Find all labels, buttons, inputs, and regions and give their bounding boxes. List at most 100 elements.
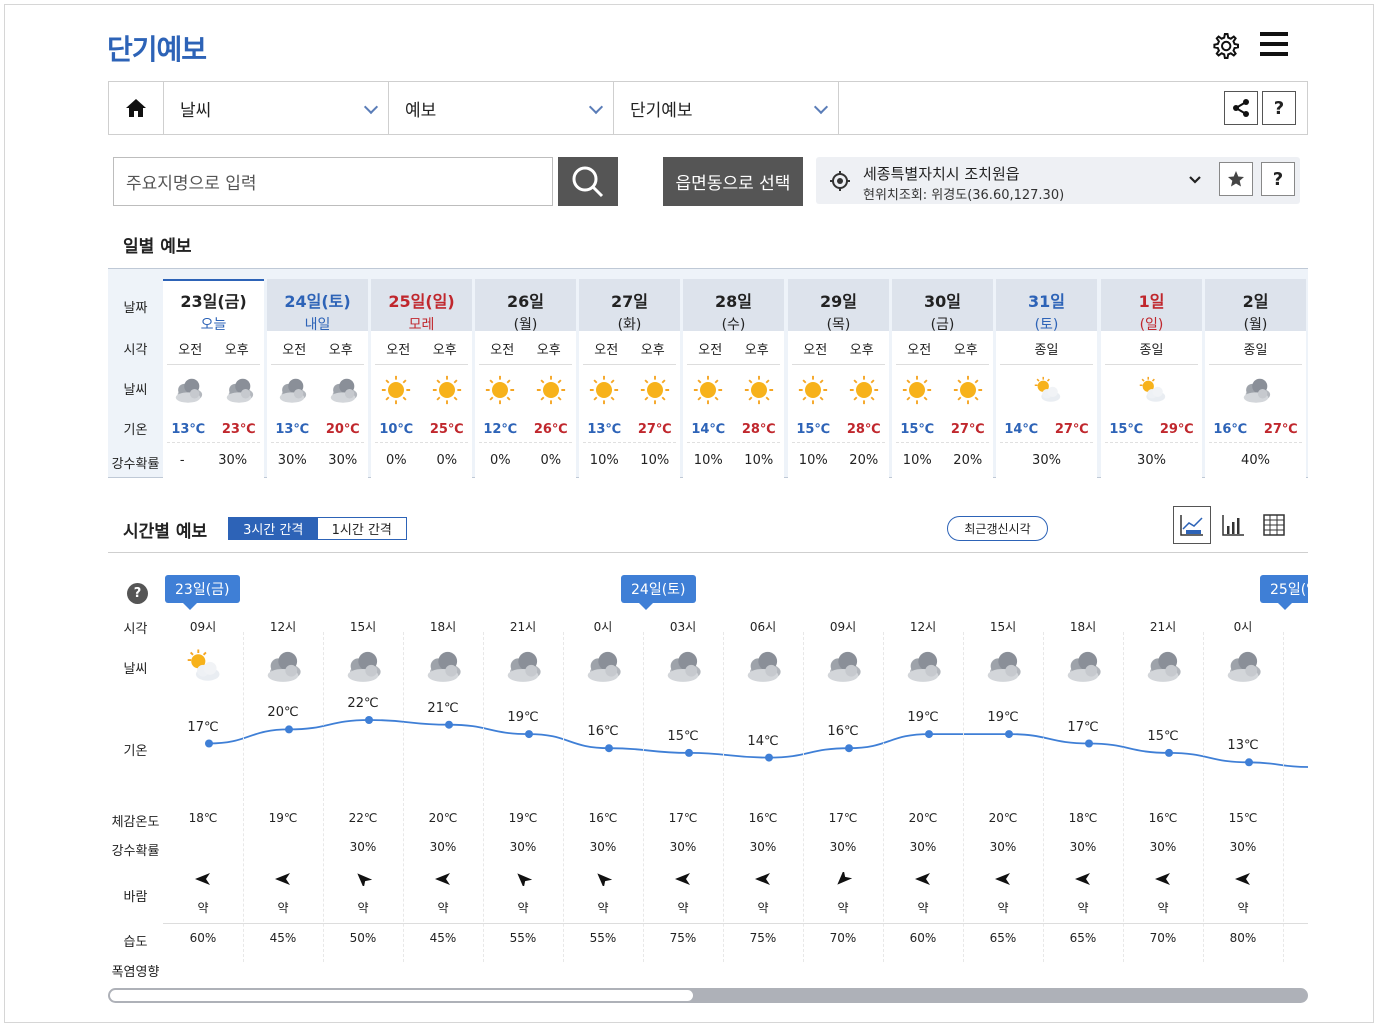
hourly-column: 0시 16℃ 16℃ 30% 약 55% — [563, 570, 643, 980]
day-sub-label: (목) — [826, 317, 851, 333]
current-location-icon[interactable] — [829, 170, 851, 192]
day-sub-label: (일) — [1139, 317, 1164, 333]
feels-like-temperature: 18℃ — [188, 811, 218, 825]
gear-icon[interactable] — [1209, 30, 1241, 62]
day-sub-label: 오늘 — [200, 317, 227, 333]
hourly-column: 06시 14℃ 16℃ 30% 약 75% — [723, 570, 803, 980]
day-date: 30일 — [924, 292, 961, 311]
home-icon[interactable] — [109, 82, 164, 134]
help-button[interactable]: ? — [1262, 91, 1296, 125]
cloudy-weather-icon — [663, 646, 703, 689]
wind-direction-arrow-icon — [803, 869, 883, 889]
breadcrumb-short-term-select[interactable]: 단기예보 — [614, 82, 839, 134]
period-label: 오전 — [907, 343, 932, 358]
day-periods: 오전 오후 — [271, 339, 364, 365]
search-button[interactable] — [558, 157, 618, 206]
sunny-weather-icon — [380, 374, 412, 410]
hamburger-menu-icon[interactable] — [1260, 32, 1288, 60]
hour-label: 0시 — [1233, 620, 1253, 634]
wind-direction-arrow-icon — [323, 872, 403, 889]
day-date: 24일(토) — [284, 292, 351, 311]
min-temperature: 15℃ — [796, 422, 831, 437]
hourly-column: 12시 20℃ 19℃ 약 45% — [243, 570, 323, 980]
daily-day-column: 30일 (금) 오전 오후 15℃ 27℃ 10% 20% — [892, 279, 993, 479]
wind-speed: 약 — [1157, 901, 1169, 915]
day-weather-icons — [163, 374, 264, 410]
scrollbar-thumb[interactable] — [109, 989, 694, 1002]
day-periods: 오전 오후 — [583, 339, 676, 365]
latest-update-button[interactable]: 최근갱신시각 — [947, 516, 1048, 541]
day-header: 26일 (월) — [475, 279, 576, 333]
column-divider — [1283, 632, 1284, 962]
day-temperatures: 13℃ 20℃ — [267, 422, 368, 437]
hourly-column: 18시 21℃ 20℃ 30% 약 45% — [403, 570, 483, 980]
day-temperatures: 16℃ 27℃ — [1205, 422, 1306, 437]
cloudy-weather-icon — [327, 374, 359, 410]
precip-probability: 20% — [953, 453, 983, 468]
day-date: 31일 — [1028, 292, 1065, 311]
day-precip-probabilities: 10% 20% — [788, 453, 889, 468]
day-date: 28일 — [715, 292, 752, 311]
precip-probability: 30% — [429, 840, 457, 854]
day-header: 23일(금) 오늘 — [163, 279, 264, 333]
day-sub-label: (토) — [1034, 317, 1059, 333]
temperature-label: 14℃ — [747, 733, 779, 749]
day-precip-probabilities: 30% — [996, 453, 1097, 468]
feels-like-temperature: 16℃ — [1148, 811, 1178, 825]
wind-direction-arrow-icon — [403, 872, 483, 889]
cloudy-weather-icon — [1063, 646, 1103, 689]
feels-like-temperature: 22℃ — [348, 811, 378, 825]
breadcrumb-forecast-select[interactable]: 예보 — [389, 82, 614, 134]
hour-label: 06시 — [749, 620, 777, 634]
max-temperature: 26℃ — [533, 422, 568, 437]
cloudy-weather-icon — [1223, 646, 1263, 689]
day-precip-probabilities: 0% 0% — [371, 453, 472, 468]
wind-speed: 약 — [277, 901, 289, 915]
hour-label: 03시 — [669, 620, 697, 634]
day-precip-probabilities: 40% — [1205, 453, 1306, 468]
day-temperatures: 13℃ 23℃ — [163, 422, 264, 437]
day-header: 1일 (일) — [1101, 279, 1202, 333]
humidity: 55% — [509, 931, 537, 945]
sunny-weather-icon — [431, 374, 463, 410]
select-by-district-button[interactable]: 읍면동으로 선택 — [663, 157, 803, 206]
precip-probability: 30% — [1032, 453, 1061, 468]
location-help-button[interactable]: ? — [1261, 162, 1295, 196]
precip-probability: 10% — [589, 453, 619, 468]
cloudy-weather-icon — [172, 374, 204, 410]
temperature-label: 21℃ — [427, 700, 459, 716]
hour-label: 18시 — [1069, 620, 1097, 634]
wind-speed: 약 — [917, 901, 929, 915]
one-hour-interval-tab[interactable]: 1시간 간격 — [318, 518, 407, 539]
hour-label: 12시 — [269, 620, 297, 634]
cloudy-weather-icon — [343, 646, 383, 689]
humidity: 60% — [189, 931, 217, 945]
search-input[interactable]: 주요지명으로 입력 — [113, 157, 553, 206]
day-periods: 오전 오후 — [375, 339, 468, 365]
wind-speed: 약 — [997, 901, 1009, 915]
sunny-weather-icon — [588, 374, 620, 410]
table-view-button[interactable] — [1255, 506, 1293, 544]
precip-probability: 30% — [909, 840, 937, 854]
max-temperature: 27℃ — [1054, 422, 1089, 437]
graph-view-button[interactable] — [1173, 506, 1211, 544]
horizontal-scrollbar[interactable] — [108, 988, 1308, 1003]
min-temperature: 13℃ — [171, 422, 206, 437]
daily-day-column: 25일(일) 모레 오전 오후 10℃ 25℃ 0% 0% — [371, 279, 472, 479]
cloudy-weather-icon — [276, 374, 308, 410]
wind-speed: 약 — [517, 901, 529, 915]
breadcrumb-label: 날씨 — [180, 100, 212, 121]
share-button[interactable] — [1224, 91, 1258, 125]
day-weather-icons — [1205, 374, 1306, 410]
favorite-button[interactable] — [1219, 162, 1253, 196]
feels-like-temperature: 15℃ — [1228, 811, 1258, 825]
feels-like-temperature: 16℃ — [588, 811, 618, 825]
feels-like-temperature: 18℃ — [1068, 811, 1098, 825]
feels-like-temperature: 20℃ — [908, 811, 938, 825]
breadcrumb-weather-select[interactable]: 날씨 — [164, 82, 389, 134]
period-label: 오후 — [536, 343, 561, 358]
period-label: 종일 — [1034, 343, 1059, 358]
bar-view-button[interactable] — [1214, 506, 1252, 544]
precip-probability: 10% — [693, 453, 723, 468]
three-hour-interval-tab[interactable]: 3시간 간격 — [229, 518, 318, 539]
